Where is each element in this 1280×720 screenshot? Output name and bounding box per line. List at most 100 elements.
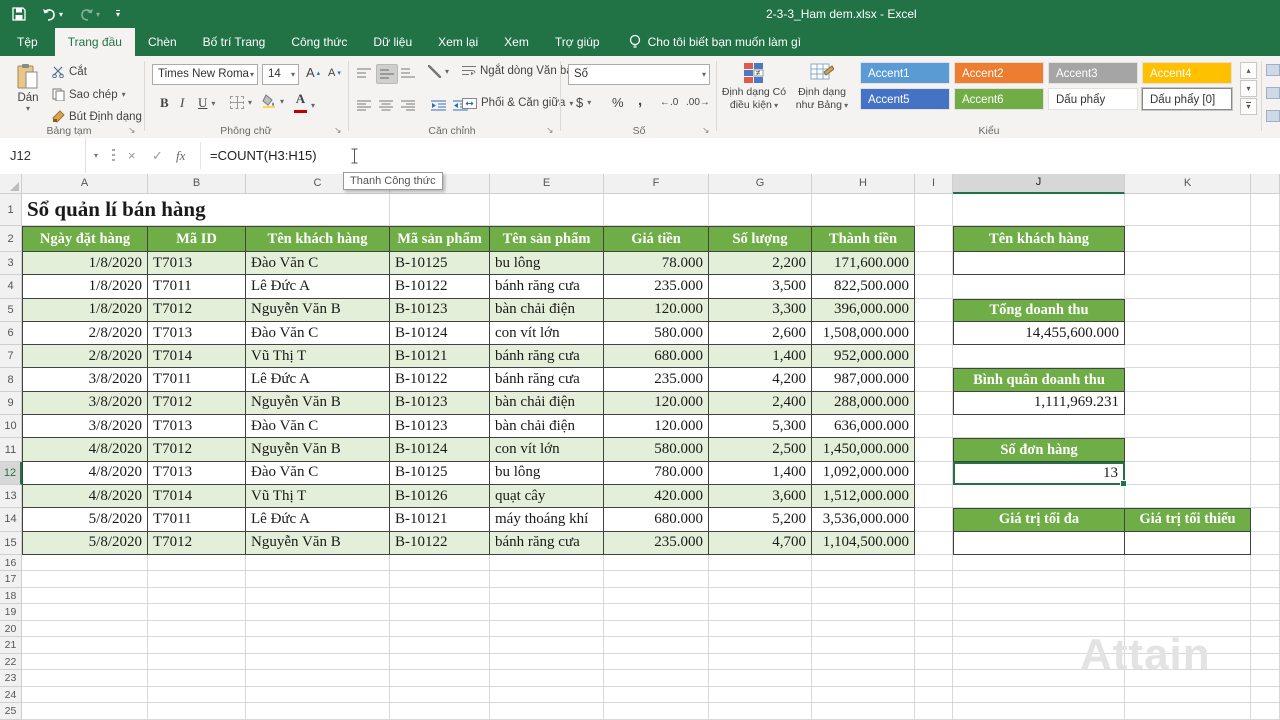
decrease-font-button[interactable]: A▾	[328, 67, 341, 79]
cell-E2[interactable]: Tên sản phẩm	[490, 226, 604, 252]
cell-C3[interactable]: Đào Văn C	[246, 252, 390, 275]
cell-D2[interactable]: Mã sản phẩm	[390, 226, 490, 252]
cell-H20[interactable]	[812, 621, 915, 638]
borders-button[interactable]: ▾	[230, 96, 252, 109]
cell-C23[interactable]	[246, 670, 390, 687]
cell-B12[interactable]: T7013	[148, 462, 246, 485]
align-left-button[interactable]	[354, 96, 374, 114]
cell-B17[interactable]	[148, 571, 246, 588]
cell-I18[interactable]	[915, 588, 953, 605]
cell-G12[interactable]: 1,400	[709, 462, 812, 485]
column-header-extra[interactable]	[1251, 174, 1280, 194]
cell-I16[interactable]	[915, 555, 953, 572]
cell-K11[interactable]	[1125, 438, 1251, 461]
cell-A18[interactable]	[22, 588, 148, 605]
wrap-text-button[interactable]: Ngắt dòng Văn bản	[462, 65, 579, 77]
font-dialog-launcher[interactable]: ↘	[334, 125, 342, 136]
bold-button[interactable]: B	[160, 95, 169, 111]
cell-B9[interactable]: T7012	[148, 392, 246, 415]
cell-G10[interactable]: 5,300	[709, 415, 812, 438]
cell-I20[interactable]	[915, 621, 953, 638]
cell-H3[interactable]: 171,600.000	[812, 252, 915, 275]
cell-A17[interactable]	[22, 571, 148, 588]
cell-B4[interactable]: T7011	[148, 275, 246, 298]
cell-G2[interactable]: Số lượng	[709, 226, 812, 252]
cell-B19[interactable]	[148, 604, 246, 621]
cell-E23[interactable]	[490, 670, 604, 687]
row-header-9[interactable]: 9	[0, 392, 22, 415]
style-swatch-1[interactable]: Accent2	[954, 62, 1044, 84]
align-center-button[interactable]	[376, 96, 396, 114]
cell-I1[interactable]	[915, 194, 953, 226]
cell-G18[interactable]	[709, 588, 812, 605]
undo-button[interactable]: ▾	[42, 8, 63, 21]
cell-K18[interactable]	[1125, 588, 1251, 605]
column-header-E[interactable]: E	[490, 174, 604, 194]
redo-button[interactable]: ▾	[79, 8, 100, 21]
cell-C13[interactable]: Vũ Thị T	[246, 485, 390, 508]
cell-H16[interactable]	[812, 555, 915, 572]
cell-H17[interactable]	[812, 571, 915, 588]
cell-G16[interactable]	[709, 555, 812, 572]
cell-D6[interactable]: B-10124	[390, 322, 490, 345]
cell-extra24[interactable]	[1251, 687, 1280, 704]
align-top-button[interactable]	[354, 64, 374, 82]
style-swatch-5[interactable]: Accent6	[954, 88, 1044, 110]
cell-C16[interactable]	[246, 555, 390, 572]
cell-K19[interactable]	[1125, 604, 1251, 621]
cell-extra13[interactable]	[1251, 485, 1280, 508]
cell-F5[interactable]: 120.000	[604, 299, 709, 322]
cell-D16[interactable]	[390, 555, 490, 572]
cell-D18[interactable]	[390, 588, 490, 605]
cell-I17[interactable]	[915, 571, 953, 588]
style-swatch-6[interactable]: Dấu phẩy	[1048, 88, 1138, 110]
cell-D3[interactable]: B-10125	[390, 252, 490, 275]
cell-F11[interactable]: 580.000	[604, 438, 709, 461]
cell-F8[interactable]: 235.000	[604, 368, 709, 391]
cell-E8[interactable]: bánh răng cưa	[490, 368, 604, 391]
cancel-icon[interactable]: ×	[128, 138, 136, 173]
align-bottom-button[interactable]	[398, 64, 418, 82]
cell-A24[interactable]	[22, 687, 148, 704]
save-button[interactable]	[12, 7, 26, 21]
cell-K1[interactable]	[1125, 194, 1251, 226]
cell-A21[interactable]	[22, 637, 148, 654]
percent-style-button[interactable]: %	[612, 95, 624, 110]
cell-E1[interactable]	[490, 194, 604, 226]
cell-I6[interactable]	[915, 322, 953, 345]
fill-handle[interactable]	[1120, 480, 1127, 487]
cell-J4[interactable]	[953, 275, 1125, 298]
cell-G22[interactable]	[709, 654, 812, 671]
cell-G17[interactable]	[709, 571, 812, 588]
cell-K15[interactable]	[1125, 532, 1251, 555]
row-header-3[interactable]: 3	[0, 252, 22, 275]
cell-E9[interactable]: bàn chải điện	[490, 392, 604, 415]
cell-B5[interactable]: T7012	[148, 299, 246, 322]
cell-J10[interactable]	[953, 415, 1125, 438]
cell-G11[interactable]: 2,500	[709, 438, 812, 461]
column-header-H[interactable]: H	[812, 174, 915, 194]
cut-button[interactable]: Cắt	[52, 66, 87, 78]
cell-A2[interactable]: Ngày đặt hàng	[22, 226, 148, 252]
cell-I15[interactable]	[915, 532, 953, 555]
cell-G24[interactable]	[709, 687, 812, 704]
cell-E3[interactable]: bu lông	[490, 252, 604, 275]
cell-F19[interactable]	[604, 604, 709, 621]
cell-K16[interactable]	[1125, 555, 1251, 572]
cell-D8[interactable]: B-10122	[390, 368, 490, 391]
alignment-dialog-launcher[interactable]: ↘	[546, 125, 554, 136]
cell-C8[interactable]: Lê Đức A	[246, 368, 390, 391]
cell-G4[interactable]: 3,500	[709, 275, 812, 298]
cell-H5[interactable]: 396,000.000	[812, 299, 915, 322]
increase-decimal-button[interactable]: ←.0	[660, 97, 678, 108]
cell-E16[interactable]	[490, 555, 604, 572]
row-header-19[interactable]: 19	[0, 604, 22, 621]
row-header-22[interactable]: 22	[0, 654, 22, 671]
cell-D7[interactable]: B-10121	[390, 345, 490, 368]
tab-1[interactable]: Chèn	[135, 28, 190, 56]
row-header-11[interactable]: 11	[0, 438, 22, 461]
cell-A19[interactable]	[22, 604, 148, 621]
style-swatch-2[interactable]: Accent3	[1048, 62, 1138, 84]
cell-C19[interactable]	[246, 604, 390, 621]
cell-extra8[interactable]	[1251, 368, 1280, 391]
